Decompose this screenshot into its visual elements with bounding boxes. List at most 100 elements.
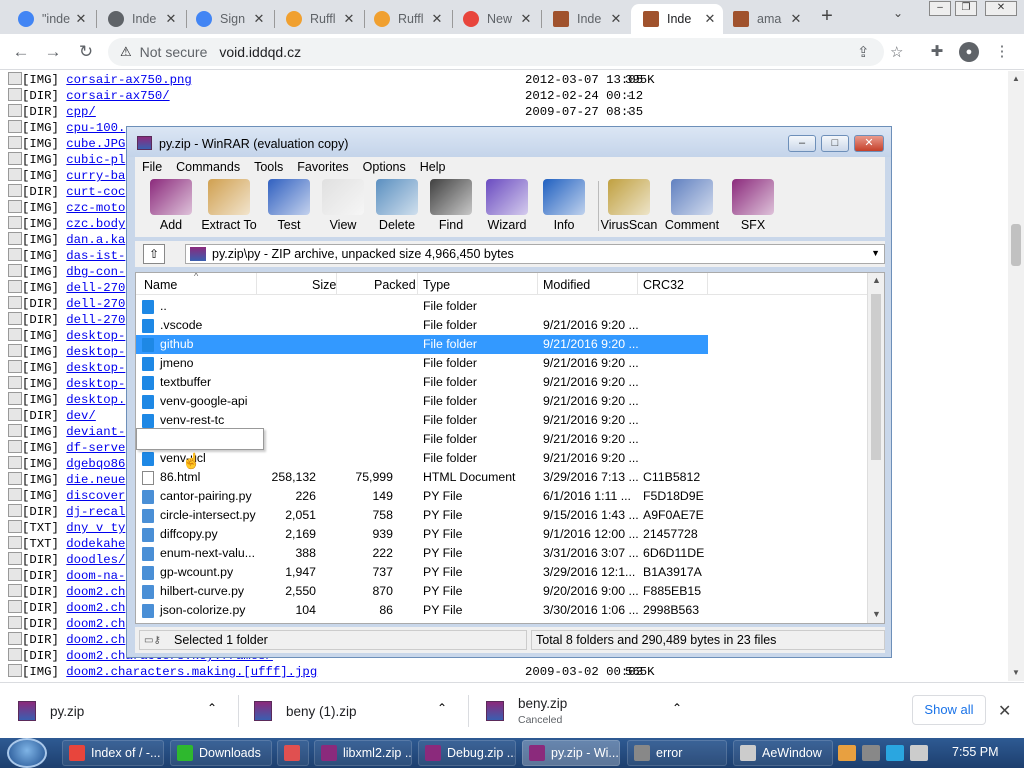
browser-tab[interactable]: "inde ✕ bbox=[6, 4, 94, 34]
listing-link[interactable]: dell-270 bbox=[66, 313, 125, 327]
listing-link[interactable]: doom2.ch bbox=[66, 601, 125, 615]
extensions-puzzle-icon[interactable]: ✚ bbox=[927, 42, 947, 62]
taskbar-button[interactable]: AeWindow bbox=[733, 740, 833, 766]
tray-app-icon[interactable] bbox=[862, 745, 880, 761]
toolbar-add-button[interactable]: Add bbox=[139, 179, 203, 232]
listing-link[interactable]: corsair-ax750.png bbox=[66, 73, 191, 87]
file-row[interactable]: diffcopy.py 2,169 939 PY File 9/1/2016 12:00… bbox=[136, 525, 868, 544]
listing-link[interactable]: dell-270 bbox=[66, 281, 125, 295]
bookmark-star-icon[interactable]: ☆ bbox=[890, 43, 903, 61]
column-packed[interactable]: Packed bbox=[374, 278, 416, 292]
column-divider[interactable] bbox=[637, 273, 638, 295]
menu-file[interactable]: File bbox=[135, 160, 169, 174]
column-divider[interactable] bbox=[336, 273, 337, 295]
listing-link[interactable]: dan.a.ka bbox=[66, 233, 125, 247]
scroll-up-arrow-icon[interactable]: ▲ bbox=[872, 275, 881, 285]
taskbar-button[interactable]: Index of / -... bbox=[62, 740, 164, 766]
profile-avatar-icon[interactable]: ● bbox=[959, 42, 979, 62]
winrar-minimize-button[interactable]: – bbox=[788, 135, 816, 152]
scroll-down-arrow-icon[interactable]: ▼ bbox=[872, 609, 881, 619]
back-icon[interactable]: ← bbox=[10, 41, 32, 63]
column-modified[interactable]: Modified bbox=[543, 278, 590, 292]
browser-tab[interactable]: Ruffl ✕ bbox=[362, 4, 450, 34]
listing-link[interactable]: doom2.ch bbox=[66, 617, 125, 631]
download-item[interactable]: beny (1).zip bbox=[254, 691, 454, 731]
menu-commands[interactable]: Commands bbox=[169, 160, 247, 174]
listing-link[interactable]: doom2.ch bbox=[66, 585, 125, 599]
column-divider[interactable] bbox=[707, 273, 708, 295]
listing-link[interactable]: desktop- bbox=[66, 345, 125, 359]
menu-help[interactable]: Help bbox=[413, 160, 453, 174]
listing-link[interactable]: das-ist- bbox=[66, 249, 125, 263]
tab-search-icon[interactable]: ⌄ bbox=[893, 6, 903, 20]
download-chevron-up-icon[interactable]: ⌃ bbox=[672, 701, 682, 715]
listing-link[interactable]: cube.JPG bbox=[66, 137, 125, 151]
toolbar-wizard-button[interactable]: Wizard bbox=[475, 179, 539, 232]
taskbar-button[interactable]: error bbox=[627, 740, 727, 766]
listing-link[interactable]: discover bbox=[66, 489, 125, 503]
tab-close-icon[interactable]: ✕ bbox=[609, 11, 623, 27]
file-row[interactable]: .. File folder bbox=[136, 297, 868, 316]
file-row[interactable]: .vscode File folder 9/21/2016 9:20 ... bbox=[136, 316, 868, 335]
start-button[interactable] bbox=[7, 738, 47, 768]
column-type[interactable]: Type bbox=[423, 278, 450, 292]
listing-link[interactable]: czc-moto bbox=[66, 201, 125, 215]
menu-options[interactable]: Options bbox=[356, 160, 413, 174]
menu-kebab-icon[interactable]: ⋮ bbox=[992, 42, 1012, 62]
tab-close-icon[interactable]: ✕ bbox=[789, 11, 803, 27]
restore-window-button[interactable]: ❐ bbox=[955, 1, 977, 16]
tab-close-icon[interactable]: ✕ bbox=[342, 11, 356, 27]
file-row[interactable]: json-colorize.py 104 86 PY File 3/30/2016 1:… bbox=[136, 601, 868, 620]
winrar-maximize-button[interactable]: □ bbox=[821, 135, 849, 152]
listing-link[interactable]: desktop- bbox=[66, 361, 125, 375]
file-row[interactable]: venv-google-api File folder 9/21/2016 9:20… bbox=[136, 392, 868, 411]
reload-icon[interactable]: ↻ bbox=[75, 41, 97, 63]
listing-link[interactable]: curry-ba bbox=[66, 169, 125, 183]
taskbar-button[interactable]: Debug.zip ... bbox=[418, 740, 516, 766]
page-scroll-thumb[interactable] bbox=[1011, 224, 1021, 266]
browser-tab[interactable]: Inde ✕ bbox=[96, 4, 184, 34]
scroll-down-arrow-icon[interactable]: ▼ bbox=[1012, 668, 1020, 677]
menu-favorites[interactable]: Favorites bbox=[290, 160, 355, 174]
scroll-up-arrow-icon[interactable]: ▲ bbox=[1012, 74, 1020, 83]
toolbar-find-button[interactable]: Find bbox=[419, 179, 483, 232]
taskbar-button[interactable]: libxml2.zip ... bbox=[314, 740, 412, 766]
tab-close-icon[interactable]: ✕ bbox=[430, 11, 444, 27]
dropdown-arrow-icon[interactable]: ▼ bbox=[871, 248, 880, 258]
browser-tab[interactable]: Ruffl ✕ bbox=[274, 4, 362, 34]
download-item[interactable]: py.zip bbox=[18, 691, 218, 731]
winrar-title-bar[interactable]: py.zip - WinRAR (evaluation copy) – □ ✕ bbox=[127, 127, 891, 157]
listing-link[interactable]: doom2.characters.making.[ufff].jpg bbox=[66, 665, 317, 679]
browser-tab[interactable]: ama ✕ bbox=[721, 4, 809, 34]
tray-app-icon[interactable] bbox=[838, 745, 856, 761]
file-row[interactable]: github File folder 9/21/2016 9:20 ... bbox=[136, 335, 708, 354]
page-scrollbar[interactable]: ▲ ▼ bbox=[1008, 71, 1024, 681]
toolbar-extract-to-button[interactable]: Extract To bbox=[197, 179, 261, 232]
listing-link[interactable]: corsair-ax750/ bbox=[66, 89, 169, 103]
browser-tab[interactable]: Inde ✕ bbox=[631, 4, 723, 34]
file-list-scroll-thumb[interactable] bbox=[871, 294, 881, 460]
file-row[interactable]: enum-next-valu... 388 222 PY File 3/31/2016 … bbox=[136, 544, 868, 563]
listing-link[interactable]: dell-270 bbox=[66, 297, 125, 311]
new-tab-button[interactable]: + bbox=[815, 5, 839, 29]
listing-link[interactable]: desktop. bbox=[66, 393, 125, 407]
file-row[interactable]: circle-intersect.py 2,051 758 PY File 9/15/2… bbox=[136, 506, 868, 525]
download-chevron-up-icon[interactable]: ⌃ bbox=[207, 701, 217, 715]
tab-close-icon[interactable]: ✕ bbox=[252, 11, 266, 27]
listing-link[interactable]: dgebqo86 bbox=[66, 457, 125, 471]
listing-link[interactable]: doodles/ bbox=[66, 553, 125, 567]
file-row[interactable]: textbuffer File folder 9/21/2016 9:20 ... bbox=[136, 373, 868, 392]
volume-icon[interactable] bbox=[910, 745, 928, 761]
column-divider[interactable] bbox=[256, 273, 257, 295]
listing-link[interactable]: dbg-con- bbox=[66, 265, 125, 279]
close-downloads-bar-icon[interactable]: ✕ bbox=[998, 701, 1011, 721]
column-size[interactable]: Size bbox=[312, 278, 336, 292]
listing-link[interactable]: czc.body bbox=[66, 217, 125, 231]
taskbar-clock[interactable]: 7:55 PM bbox=[952, 745, 999, 759]
menu-tools[interactable]: Tools bbox=[247, 160, 290, 174]
listing-link[interactable]: cpp/ bbox=[66, 105, 96, 119]
listing-link[interactable]: dny v ty bbox=[66, 521, 125, 535]
taskbar-button[interactable]: Downloads bbox=[170, 740, 272, 766]
forward-icon[interactable]: → bbox=[42, 41, 64, 63]
file-row[interactable]: jmeno File folder 9/21/2016 9:20 ... bbox=[136, 354, 868, 373]
